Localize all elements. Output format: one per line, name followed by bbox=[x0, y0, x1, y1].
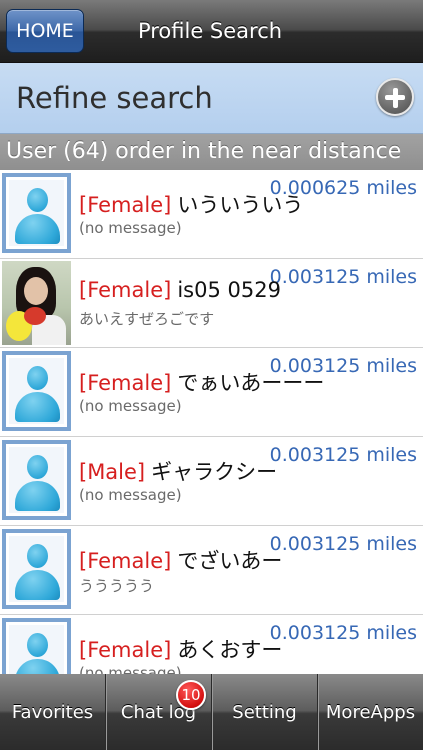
user-message: あいえすぜろごです bbox=[79, 310, 215, 328]
user-message: (no message) bbox=[79, 664, 182, 674]
tab-more-apps[interactable]: MoreApps bbox=[317, 674, 423, 750]
section-header: User (64) order in the near distance bbox=[0, 134, 423, 170]
home-button[interactable]: HOME bbox=[6, 9, 84, 53]
user-message: (no message) bbox=[79, 397, 182, 415]
default-avatar-icon bbox=[2, 351, 71, 431]
user-message: (no message) bbox=[79, 486, 182, 504]
gender-label: [Female] bbox=[79, 371, 172, 395]
list-item[interactable]: 0.003125 miles [Female] is05 0529 あいえすぜろご… bbox=[0, 259, 423, 348]
user-name-line: [Female] でざいあー bbox=[79, 545, 282, 575]
refine-search-bar[interactable]: Refine search bbox=[0, 63, 423, 134]
user-list: 0.000625 miles [Female] いういういう (no messag… bbox=[0, 170, 423, 674]
user-name: is05 0529 bbox=[177, 278, 281, 302]
distance-label: 0.003125 miles bbox=[269, 622, 417, 644]
user-name-line: [Female] でぁいあーーー bbox=[79, 367, 324, 397]
list-item[interactable]: 0.003125 miles [Female] あくおすー (no message… bbox=[0, 615, 423, 674]
tab-label: MoreApps bbox=[325, 701, 416, 723]
gender-label: [Female] bbox=[79, 278, 172, 302]
default-avatar-icon bbox=[2, 618, 71, 674]
gender-label: [Male] bbox=[79, 460, 146, 484]
plus-circle-icon[interactable] bbox=[376, 78, 414, 116]
page-title: Profile Search bbox=[137, 19, 283, 43]
user-name-line: [Male] ギャラクシー bbox=[79, 456, 277, 486]
refine-search-label: Refine search bbox=[16, 81, 213, 115]
default-avatar-icon bbox=[2, 173, 71, 253]
tab-setting[interactable]: Setting bbox=[211, 674, 317, 750]
user-name: ギャラクシー bbox=[151, 460, 278, 484]
tab-favorites[interactable]: Favorites bbox=[0, 674, 105, 750]
distance-label: 0.003125 miles bbox=[269, 266, 417, 288]
user-message: (no message) bbox=[79, 219, 182, 237]
gender-label: [Female] bbox=[79, 193, 172, 217]
user-name: あくおすー bbox=[177, 638, 283, 662]
default-avatar-icon bbox=[2, 440, 71, 520]
notification-badge: 10 bbox=[176, 680, 206, 710]
gender-label: [Female] bbox=[79, 638, 172, 662]
tab-label: Setting bbox=[232, 701, 297, 723]
tab-bar: Favorites Chat log 10 Setting MoreApps bbox=[0, 674, 423, 750]
tab-chat-log[interactable]: Chat log 10 bbox=[105, 674, 211, 750]
user-name-line: [Female] あくおすー bbox=[79, 634, 282, 664]
distance-label: 0.003125 miles bbox=[269, 533, 417, 555]
default-avatar-icon bbox=[2, 529, 71, 609]
user-photo bbox=[2, 261, 71, 345]
list-item[interactable]: 0.003125 miles [Female] でざいあー ううううう bbox=[0, 526, 423, 615]
navigation-bar: HOME Profile Search bbox=[0, 0, 423, 63]
user-name: でぁいあーーー bbox=[177, 371, 325, 395]
user-name: いういういう bbox=[177, 193, 304, 217]
tab-label: Favorites bbox=[11, 701, 94, 723]
user-name: でざいあー bbox=[177, 549, 283, 573]
user-name-line: [Female] いういういう bbox=[79, 189, 303, 219]
list-item[interactable]: 0.003125 miles [Female] でぁいあーーー (no messa… bbox=[0, 348, 423, 437]
user-message: ううううう bbox=[79, 577, 155, 595]
distance-label: 0.003125 miles bbox=[269, 444, 417, 466]
list-item[interactable]: 0.003125 miles [Male] ギャラクシー (no message) bbox=[0, 437, 423, 526]
user-name-line: [Female] is05 0529 bbox=[79, 278, 281, 302]
list-item[interactable]: 0.000625 miles [Female] いういういう (no messag… bbox=[0, 170, 423, 259]
gender-label: [Female] bbox=[79, 549, 172, 573]
